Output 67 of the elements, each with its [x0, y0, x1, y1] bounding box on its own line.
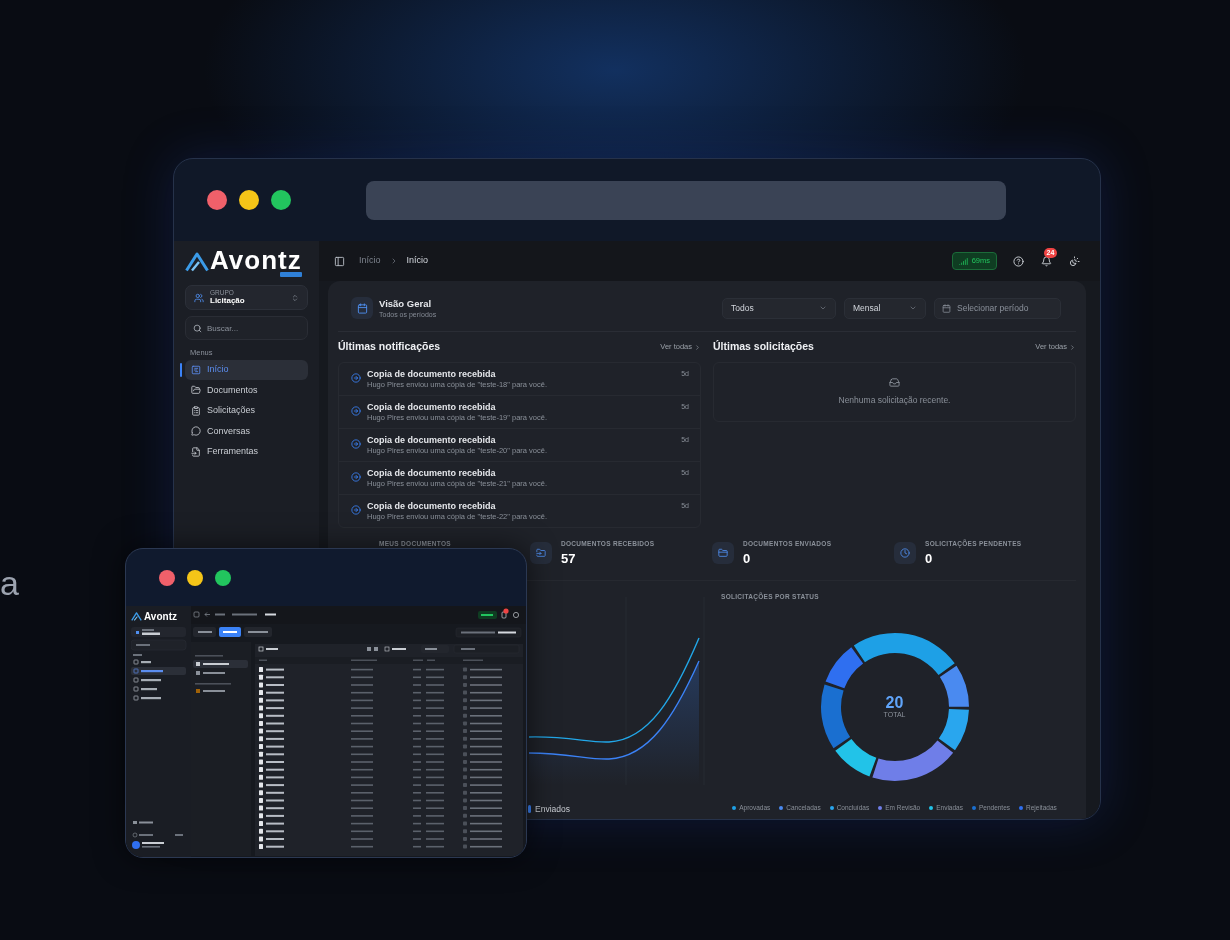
stat-value: 0 [925, 552, 934, 566]
notification-title: Copia de documento recebida [367, 435, 497, 446]
sidebar-item[interactable]: Ferramentas [185, 442, 308, 462]
logo-text: Avontz [144, 611, 177, 622]
calendar-icon [942, 303, 951, 313]
section-title: Últimas notificações [338, 339, 441, 355]
bell-icon[interactable] [1041, 255, 1052, 267]
address-field[interactable] [366, 180, 1006, 220]
background-text: a [0, 563, 19, 603]
breadcrumb-link[interactable]: Início [359, 254, 381, 268]
close-button[interactable] [159, 569, 175, 586]
search-icon [193, 323, 202, 333]
chevron-down-icon [819, 304, 827, 312]
notification-title: Copia de documento recebida [367, 468, 497, 479]
filter-select[interactable]: Todos [722, 297, 836, 319]
chevron-down-icon [909, 304, 917, 312]
stat-value: 57 [561, 552, 577, 566]
breadcrumb-link[interactable]: Início [406, 254, 429, 268]
notification-title: Copia de documento recebida [367, 501, 497, 512]
help-icon[interactable] [1013, 255, 1024, 267]
overview-title: Visão Geral [379, 297, 433, 310]
chat-bubble-icon [191, 426, 201, 437]
logo-icon [185, 252, 209, 272]
chart-square-icon [191, 364, 201, 375]
arrow-circle-icon [351, 373, 361, 383]
calendar-icon [351, 297, 373, 319]
sidebar-item[interactable]: Início [185, 360, 308, 380]
arrow-circle-icon [351, 406, 361, 416]
chevrons-icon [291, 293, 299, 302]
filter-select[interactable]: Mensal [844, 297, 926, 319]
clipboard-icon [191, 405, 201, 416]
stat-value: 0 [743, 552, 752, 566]
search-field[interactable]: Buscar... [185, 316, 308, 340]
signal-icon [958, 256, 968, 266]
minimize-button[interactable] [239, 190, 259, 210]
sidebar-toggle-icon[interactable] [334, 255, 345, 267]
file-arrow-icon [191, 446, 201, 457]
users-icon [194, 292, 204, 303]
logo-text: Avontz [210, 249, 302, 271]
notification-title: Copia de documento recebida [367, 369, 497, 380]
clock-icon [894, 542, 916, 564]
chevron-right-icon [694, 343, 701, 351]
total-value: 20 [885, 695, 904, 711]
logo-tag-icon [279, 272, 302, 277]
maximize-button[interactable] [215, 569, 231, 586]
minimize-button[interactable] [187, 569, 203, 586]
inbox-icon [889, 377, 900, 389]
sidebar-item[interactable]: Documentos [185, 380, 308, 400]
close-button[interactable] [207, 190, 227, 210]
arrow-circle-icon [351, 472, 361, 482]
chevron-right-icon [1069, 343, 1076, 351]
date-range-field[interactable]: Selecionar período [934, 297, 1061, 319]
folder-icon [191, 385, 201, 396]
section-title: Últimas solicitações [713, 339, 814, 355]
folder-icon [712, 542, 734, 564]
arrow-circle-icon [351, 505, 361, 515]
theme-icon[interactable] [1069, 255, 1080, 267]
legend-label: Enviados [535, 803, 570, 816]
sidebar-item[interactable]: Solicitações [185, 401, 308, 421]
notification-title: Copia de documento recebida [367, 402, 497, 413]
maximize-button[interactable] [271, 190, 291, 210]
folder-arrow-icon [530, 542, 552, 564]
sidebar-item[interactable]: Conversas [185, 421, 308, 441]
arrow-circle-icon [351, 439, 361, 449]
empty-message: Nenhuma solicitação recente. [838, 394, 951, 407]
legend-marker-icon [528, 805, 531, 814]
logo-icon [131, 612, 142, 621]
